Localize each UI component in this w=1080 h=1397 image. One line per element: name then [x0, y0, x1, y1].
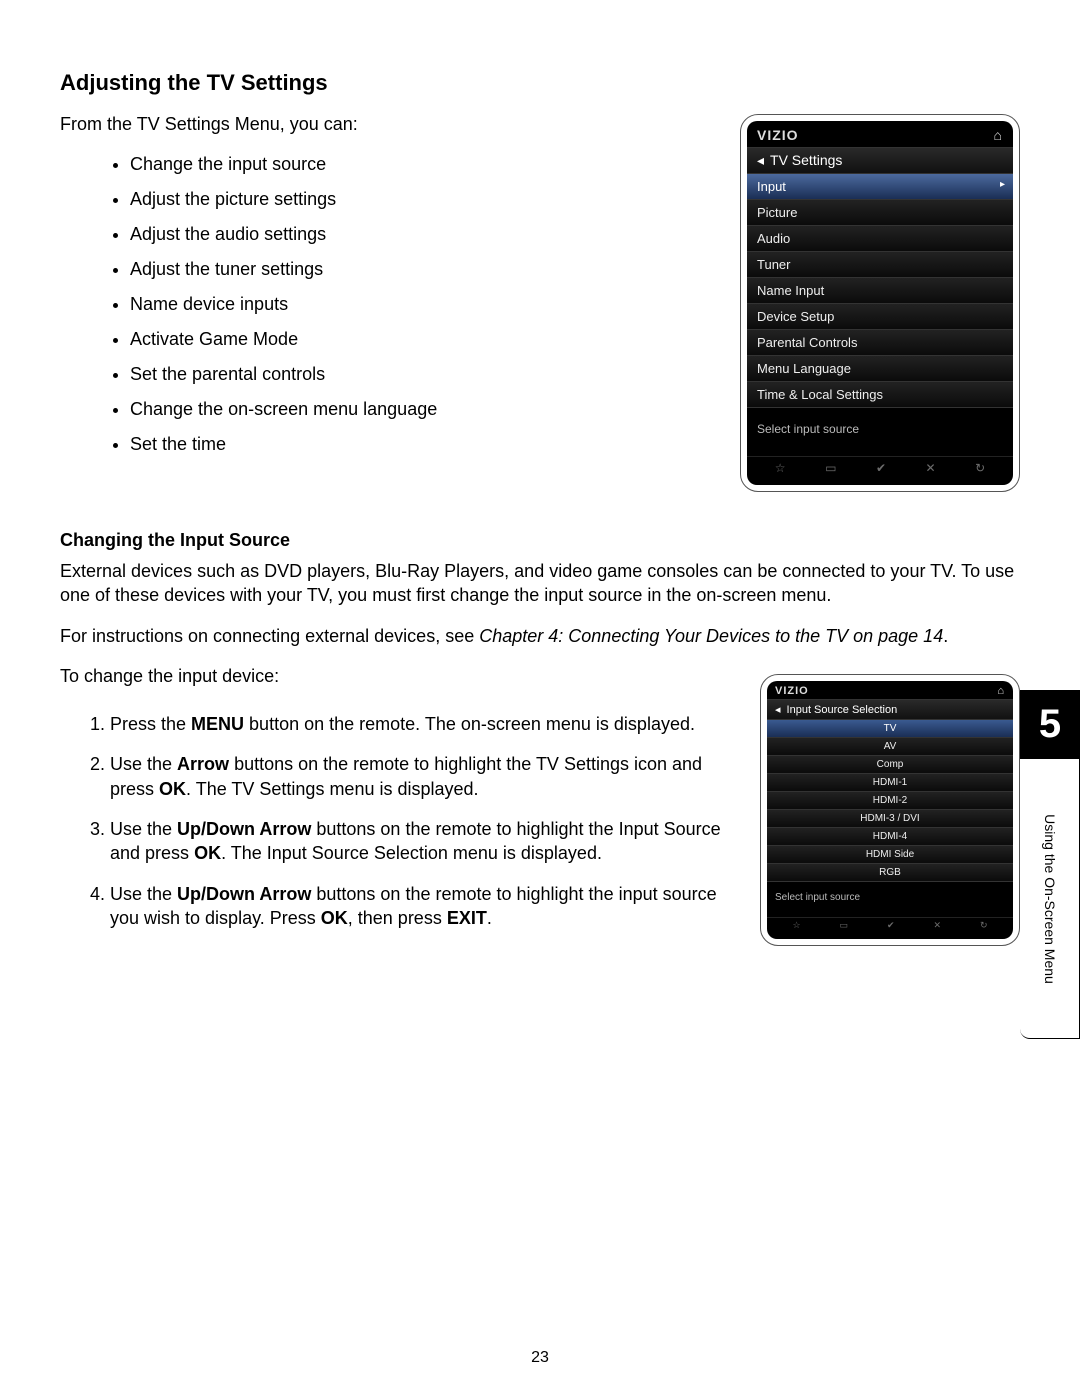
- home-icon: [994, 127, 1003, 143]
- home-icon: [997, 685, 1005, 697]
- device-footer: ☆ ▭ ✔ ✕ ↻: [747, 456, 1013, 479]
- menu-item-device-setup: Device Setup: [747, 304, 1013, 330]
- menu-item-parental: Parental Controls: [747, 330, 1013, 356]
- source-item-hdmi4: HDMI-4: [767, 828, 1013, 846]
- footer-check-icon: ✔: [876, 461, 886, 475]
- chapter-number: 5: [1020, 690, 1080, 759]
- footer-star-icon: ☆: [775, 461, 786, 475]
- device-footer: ☆ ▭ ✔ ✕ ↻: [767, 917, 1013, 933]
- source-item-hdmi3: HDMI-3 / DVI: [767, 810, 1013, 828]
- source-item-hdmi1: HDMI-1: [767, 774, 1013, 792]
- menu-item-language: Menu Language: [747, 356, 1013, 382]
- footer-star-icon: ☆: [792, 920, 800, 931]
- menu-item-input: Input: [747, 174, 1013, 200]
- footer-x-icon: ✕: [933, 920, 941, 931]
- footer-rect-icon: ▭: [825, 461, 836, 475]
- page-number: 23: [0, 1349, 1080, 1367]
- menu-item-audio: Audio: [747, 226, 1013, 252]
- cross-reference: Chapter 4: Connecting Your Devices to th…: [479, 626, 943, 646]
- chapter-label: Using the On-Screen Menu: [1042, 814, 1058, 984]
- device-hint: Select input source: [747, 408, 1013, 456]
- footer-x-icon: ✕: [926, 461, 936, 475]
- device-hint: Select input source: [767, 882, 1013, 917]
- source-item-av: AV: [767, 738, 1013, 756]
- paragraph-2: For instructions on connecting external …: [60, 624, 1020, 648]
- chapter-tab: 5 Using the On-Screen Menu: [1020, 690, 1080, 1039]
- device-brand: VIZIO: [775, 685, 809, 697]
- source-item-rgb: RGB: [767, 864, 1013, 882]
- footer-rect-icon: ▭: [840, 920, 849, 931]
- source-item-tv: TV: [767, 720, 1013, 738]
- menu-item-tuner: Tuner: [747, 252, 1013, 278]
- input-source-screenshot: VIZIO ◂Input Source Selection TV AV Comp…: [760, 674, 1020, 946]
- subsection-title: Changing the Input Source: [60, 530, 1020, 551]
- tv-settings-screenshot: VIZIO ◂TV Settings Input Picture Audio T…: [740, 114, 1020, 492]
- menu-item-time: Time & Local Settings: [747, 382, 1013, 408]
- device-brand: VIZIO: [757, 127, 799, 143]
- device-breadcrumb: ◂Input Source Selection: [767, 699, 1013, 720]
- source-item-comp: Comp: [767, 756, 1013, 774]
- paragraph-1: External devices such as DVD players, Bl…: [60, 559, 1020, 608]
- source-item-hdmiside: HDMI Side: [767, 846, 1013, 864]
- menu-item-name-input: Name Input: [747, 278, 1013, 304]
- section-title: Adjusting the TV Settings: [60, 70, 1020, 96]
- source-item-hdmi2: HDMI-2: [767, 792, 1013, 810]
- footer-refresh-icon: ↻: [975, 461, 985, 475]
- chapter-label-box: Using the On-Screen Menu: [1020, 759, 1080, 1039]
- footer-refresh-icon: ↻: [980, 920, 988, 931]
- menu-item-picture: Picture: [747, 200, 1013, 226]
- footer-check-icon: ✔: [887, 920, 895, 931]
- device-breadcrumb: ◂TV Settings: [747, 147, 1013, 174]
